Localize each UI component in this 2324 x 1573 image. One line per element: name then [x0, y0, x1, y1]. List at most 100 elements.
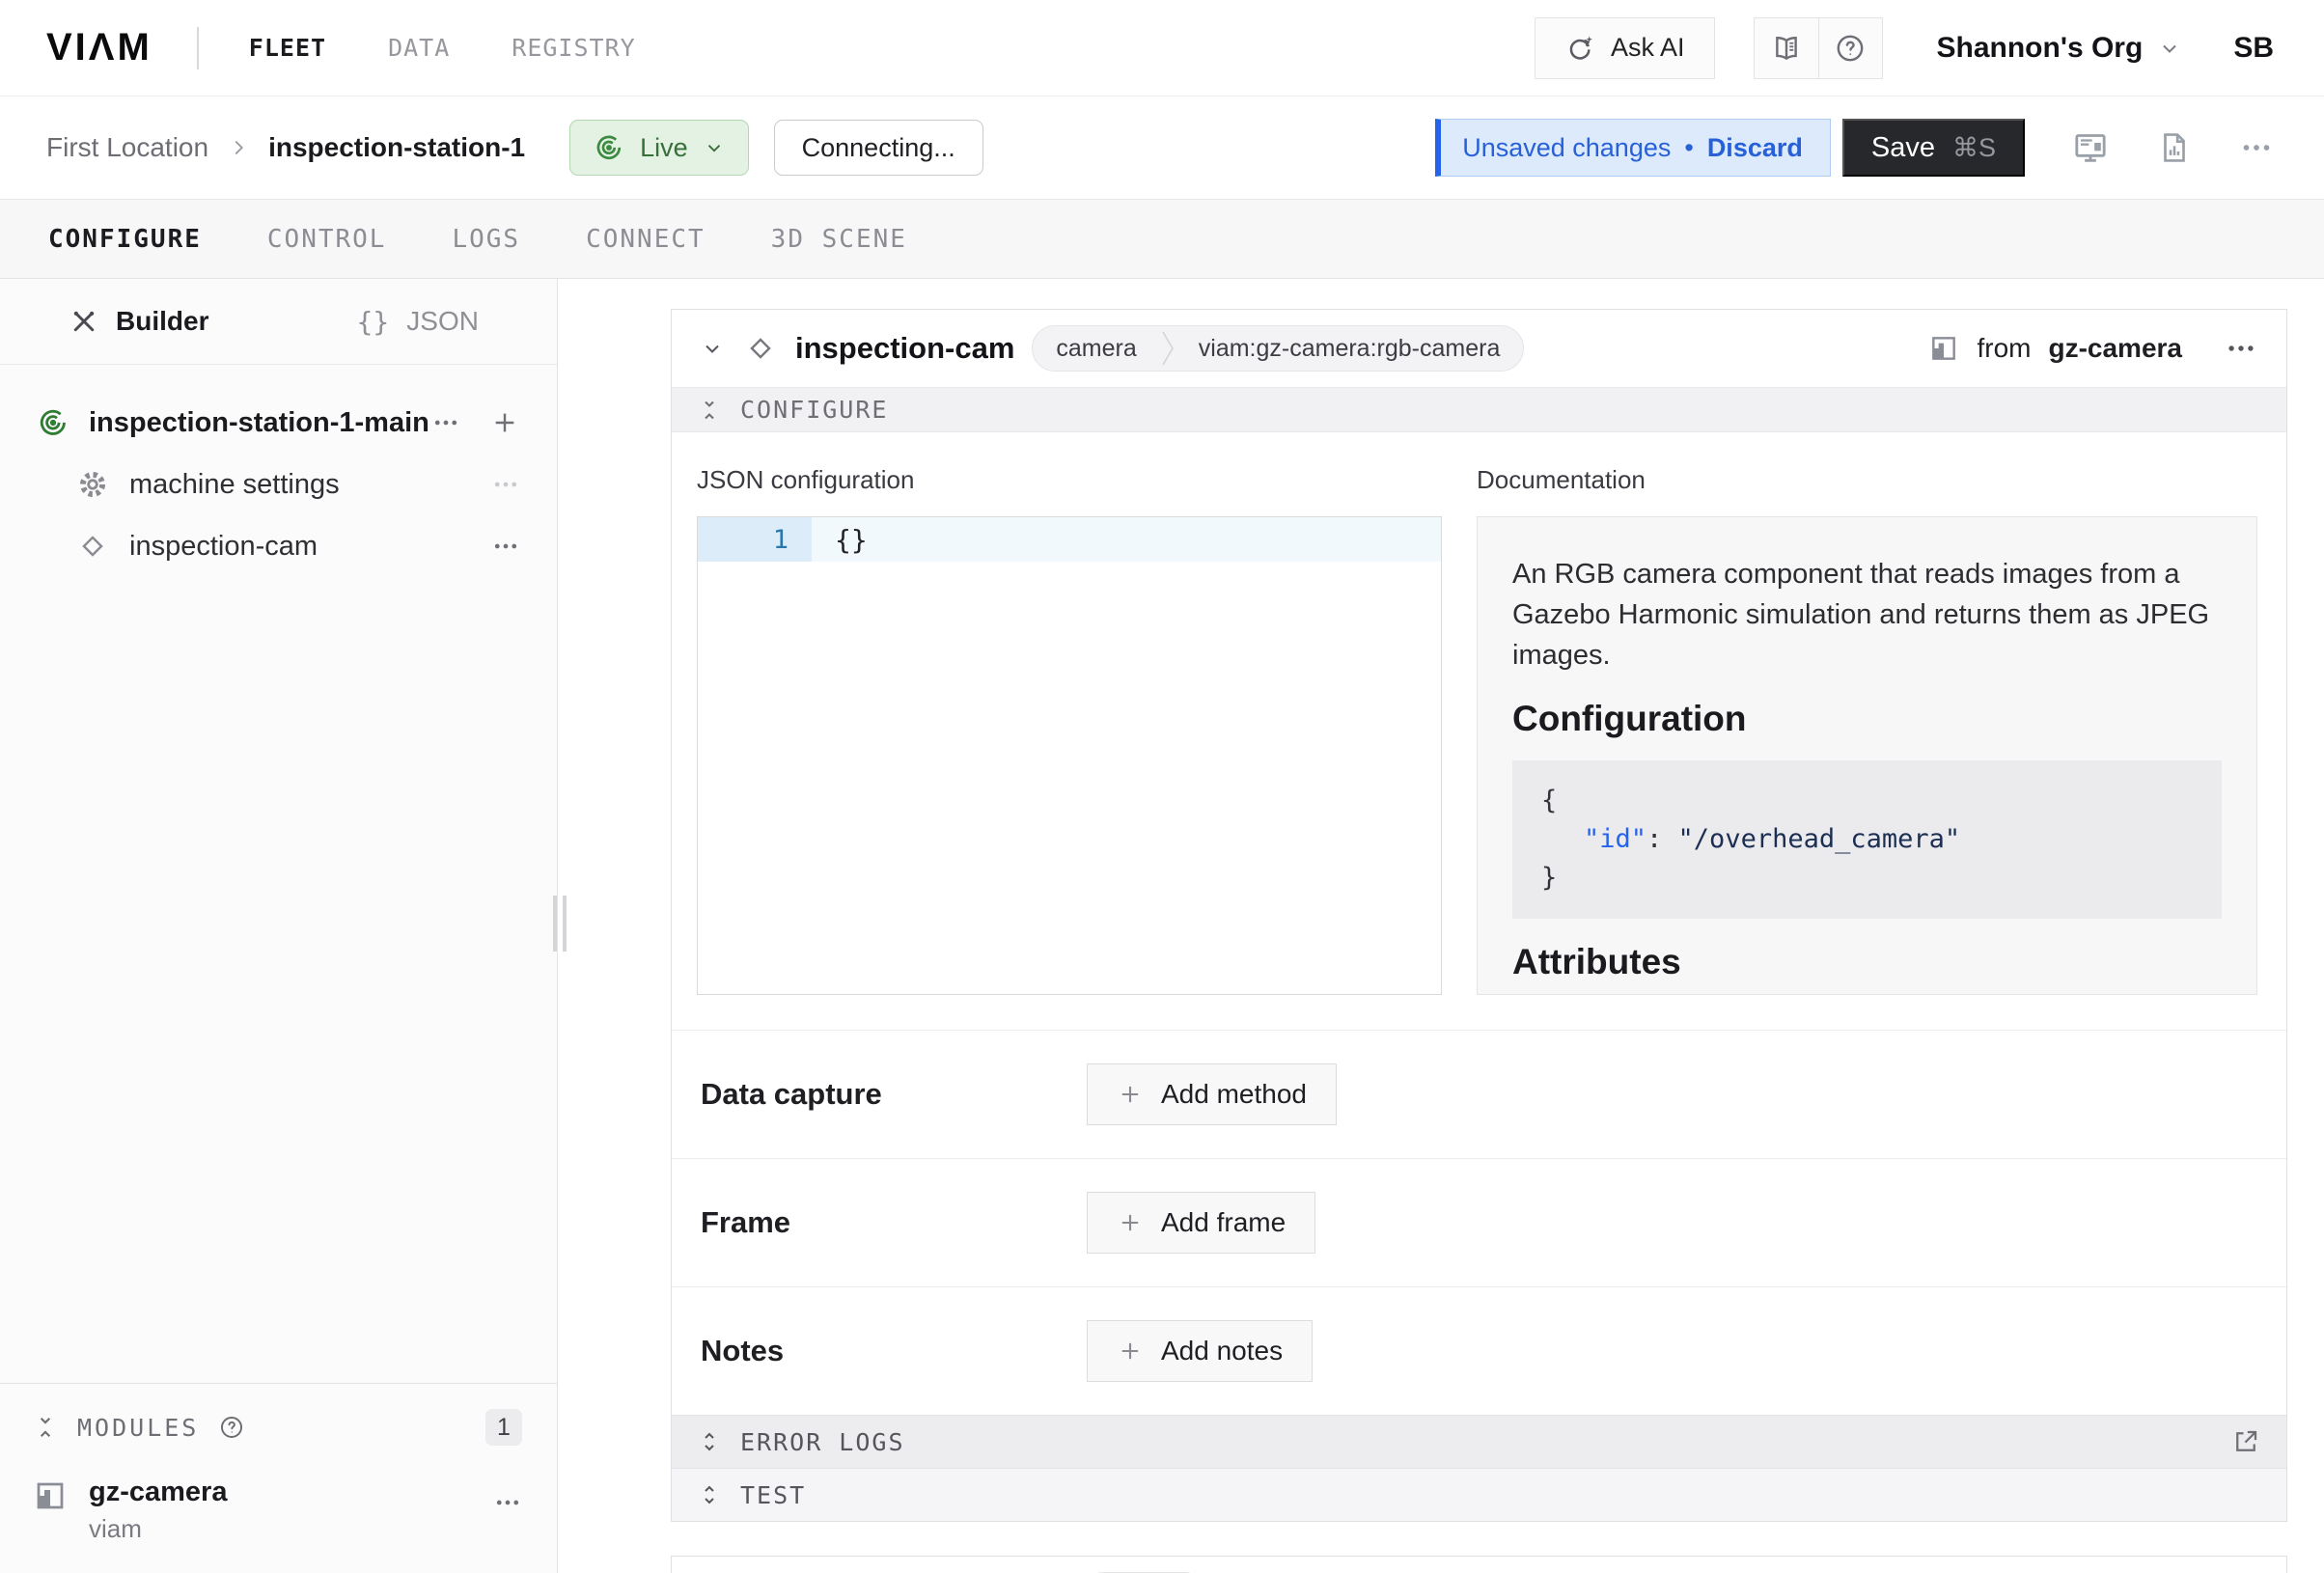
- external-link-icon[interactable]: [2231, 1427, 2260, 1456]
- inspection-cam-label: inspection-cam: [129, 531, 318, 563]
- modules-panel: MODULES 1 gz-c: [0, 1383, 557, 1573]
- nav-item-fleet[interactable]: FLEET: [249, 34, 326, 62]
- save-button[interactable]: Save ⌘S: [1842, 119, 2025, 177]
- module-icon: [1928, 333, 1959, 364]
- machine-header-bar: First Location inspection-station-1 Live…: [0, 97, 2324, 200]
- machine-bar-icons: [2071, 128, 2274, 167]
- save-label: Save: [1871, 132, 1935, 164]
- modules-count-badge: 1: [485, 1409, 522, 1446]
- error-logs-section-bar[interactable]: ERROR LOGS: [672, 1415, 2286, 1468]
- broadcast-icon: [37, 406, 69, 439]
- tab-3d-scene[interactable]: 3D SCENE: [771, 225, 907, 254]
- expand-icon: [698, 1483, 721, 1506]
- plus-icon: [1117, 1209, 1144, 1236]
- builder-mode-button[interactable]: Builder: [0, 279, 279, 364]
- diamond-icon: [77, 531, 108, 562]
- tab-connect[interactable]: CONNECT: [586, 225, 706, 254]
- chevron-right-icon: [228, 137, 249, 158]
- discard-button[interactable]: Discard: [1707, 133, 1803, 163]
- modules-header[interactable]: MODULES 1: [33, 1409, 522, 1446]
- unsaved-changes-label: Unsaved changes: [1462, 133, 1671, 163]
- add-frame-button[interactable]: Add frame: [1087, 1192, 1315, 1254]
- json-config-editor[interactable]: 1 {}: [697, 516, 1442, 995]
- more-options-icon[interactable]: [493, 1488, 522, 1517]
- page-body: Builder {} JSON inspection-station-1-mai…: [0, 279, 2324, 1573]
- json-mode-button[interactable]: {} JSON: [279, 279, 558, 364]
- navbar-right: Ask AI Shannon's Org: [1535, 17, 2274, 79]
- machine-bar-actions: Unsaved changes • Discard Save ⌘S: [1435, 119, 2274, 177]
- tree-item-inspection-cam[interactable]: inspection-cam: [0, 517, 557, 575]
- tree-item-main-part[interactable]: inspection-station-1-main: [0, 394, 557, 452]
- tab-control[interactable]: CONTROL: [267, 225, 387, 254]
- module-name: gz-camera: [89, 1476, 227, 1508]
- add-component-icon[interactable]: [489, 407, 520, 438]
- nav-item-registry[interactable]: REGISTRY: [512, 34, 635, 62]
- nav-item-data[interactable]: DATA: [388, 34, 450, 62]
- add-method-button[interactable]: Add method: [1087, 1063, 1337, 1125]
- plus-icon: [1117, 1081, 1144, 1108]
- configure-section-bar[interactable]: CONFIGURE: [672, 387, 2286, 432]
- chevron-down-icon: [704, 137, 725, 158]
- live-status-dropdown[interactable]: Live: [569, 120, 749, 176]
- module-list-item[interactable]: gz-camera viam: [33, 1476, 522, 1544]
- more-options-icon[interactable]: [2239, 130, 2274, 165]
- save-shortcut: ⌘S: [1952, 133, 1996, 163]
- breadcrumb: First Location inspection-station-1: [46, 132, 525, 163]
- configure-bar-label: CONFIGURE: [740, 396, 888, 424]
- pill-divider-icon: [1160, 326, 1176, 371]
- dot-separator: •: [1684, 133, 1693, 163]
- json-label: JSON: [406, 306, 479, 337]
- documentation-panel[interactable]: An RGB camera component that reads image…: [1477, 516, 2257, 995]
- more-options-icon[interactable]: [2225, 332, 2257, 365]
- breadcrumb-machine-name: inspection-station-1: [268, 132, 525, 163]
- user-avatar[interactable]: SB: [2233, 32, 2274, 65]
- tools-icon: [69, 307, 98, 336]
- component-card-header: inspection-cam camera viam:gz-camera:rgb…: [672, 310, 2286, 387]
- tab-configure[interactable]: CONFIGURE: [48, 225, 202, 254]
- help-icon[interactable]: [1818, 18, 1882, 78]
- module-org: viam: [89, 1514, 227, 1544]
- help-icon-group: [1754, 17, 1883, 79]
- error-logs-label: ERROR LOGS: [740, 1428, 905, 1456]
- add-notes-label: Add notes: [1161, 1336, 1283, 1366]
- help-circle-icon[interactable]: [218, 1414, 245, 1441]
- ask-ai-label: Ask AI: [1611, 33, 1685, 63]
- more-options-icon[interactable]: [431, 408, 460, 437]
- viam-logo[interactable]: VIΛM: [46, 26, 152, 69]
- add-notes-button[interactable]: Add notes: [1087, 1320, 1313, 1382]
- component-name: inspection-cam: [795, 331, 1014, 366]
- breadcrumb-location[interactable]: First Location: [46, 132, 208, 163]
- data-capture-section: Data capture Add method: [672, 1030, 2286, 1158]
- module-card-header: gz-camera by viam module Registry: [672, 1557, 2286, 1573]
- frame-label: Frame: [701, 1205, 1087, 1240]
- data-capture-label: Data capture: [701, 1077, 1087, 1112]
- component-type-pill: camera viam:gz-camera:rgb-camera: [1032, 325, 1524, 372]
- sidebar-resize-handle[interactable]: [553, 896, 567, 952]
- monitor-icon[interactable]: [2071, 128, 2110, 167]
- tab-logs[interactable]: LOGS: [452, 225, 520, 254]
- report-file-icon[interactable]: [2156, 129, 2193, 166]
- collapse-icon: [698, 399, 721, 422]
- org-name: Shannon's Org: [1937, 32, 2144, 65]
- module-icon: [33, 1478, 68, 1513]
- documentation-label: Documentation: [1477, 465, 2257, 495]
- add-frame-label: Add frame: [1161, 1207, 1286, 1238]
- more-options-icon[interactable]: [491, 532, 520, 561]
- test-section-bar[interactable]: TEST: [672, 1468, 2286, 1521]
- code-value: "/overhead_camera": [1678, 824, 1961, 854]
- ask-ai-button[interactable]: Ask AI: [1535, 17, 1715, 79]
- connection-status-button[interactable]: Connecting...: [774, 120, 983, 176]
- from-module-name[interactable]: gz-camera: [2048, 333, 2182, 364]
- top-navbar: VIΛM FLEET DATA REGISTRY Ask AI: [0, 0, 2324, 97]
- more-options-icon[interactable]: [491, 470, 520, 499]
- org-switcher[interactable]: Shannon's Org: [1937, 32, 2182, 65]
- editor-line-content[interactable]: {}: [812, 517, 1441, 562]
- tree-item-machine-settings[interactable]: machine settings: [0, 455, 557, 513]
- diamond-icon: [745, 333, 776, 364]
- docs-book-icon[interactable]: [1755, 18, 1818, 78]
- machine-settings-label: machine settings: [129, 469, 340, 501]
- component-card-inspection-cam: inspection-cam camera viam:gz-camera:rgb…: [671, 309, 2287, 1522]
- chevron-down-icon: [2158, 37, 2181, 60]
- chevron-down-icon[interactable]: [701, 337, 724, 360]
- component-tree: inspection-station-1-main: [0, 365, 557, 575]
